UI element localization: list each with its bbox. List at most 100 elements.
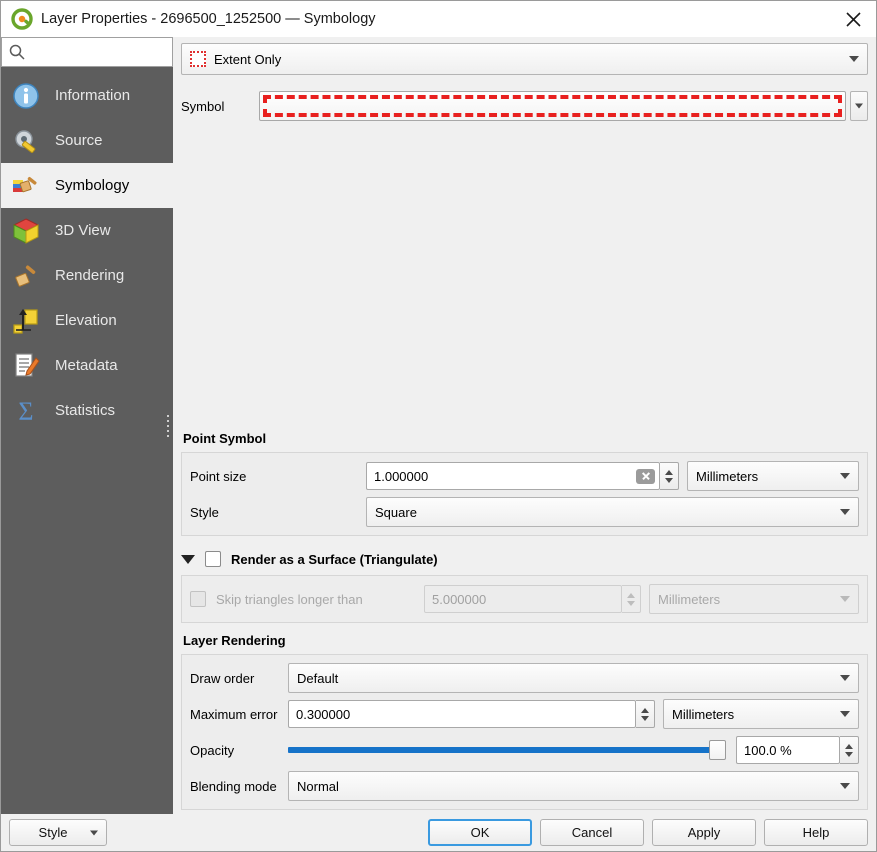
qgis-logo-icon [11,8,33,30]
sidebar-item-rendering[interactable]: Rendering [1,253,173,298]
point-size-input[interactable]: 1.000000 [366,462,660,490]
blending-mode-value: Normal [297,778,339,794]
ok-button[interactable]: OK [428,819,532,846]
draw-order-label: Draw order [190,670,255,686]
opacity-stepper[interactable] [840,736,859,764]
draw-order-select[interactable]: Default [288,663,859,693]
opacity-slider[interactable] [288,736,726,764]
stepper-down-icon[interactable] [641,715,649,721]
information-icon [9,79,43,113]
point-style-select[interactable]: Square [366,497,859,527]
draw-order-row: Draw order Default [190,661,859,695]
maximum-error-unit-select[interactable]: Millimeters [663,699,859,729]
triangulate-checkbox[interactable] [205,551,221,567]
sidebar-item-statistics[interactable]: Σ Statistics [1,388,173,433]
opacity-slider-handle[interactable] [709,740,726,760]
symbology-panel: Extent Only Symbol Point Symbol Point si… [173,37,876,814]
point-size-row: Point size 1.000000 Millimeters [190,459,859,493]
symbol-dropdown-button[interactable] [850,91,868,121]
point-size-stepper[interactable] [660,462,679,490]
search-box[interactable] [1,37,210,67]
maximum-error-row: Maximum error 0.300000 Millimeters [190,697,859,731]
opacity-value: 100.0 % [744,742,792,758]
opacity-slider-track [288,747,726,753]
triangulate-title: Render as a Surface (Triangulate) [231,551,438,567]
chevron-down-icon [90,830,98,835]
skip-triangles-unit-value: Millimeters [658,591,721,607]
sidebar-splitter-handle[interactable] [167,414,171,437]
point-size-unit-value: Millimeters [696,468,759,484]
style-button[interactable]: Style [9,819,107,846]
sidebar-item-label: Metadata [55,357,118,374]
sidebar-item-information[interactable]: Information [1,73,173,118]
sidebar-item-3d-view[interactable]: 3D View [1,208,173,253]
skip-triangles-row: Skip triangles longer than 5.000000 Mill… [190,582,859,616]
extent-only-icon [190,51,206,67]
triangulate-header: Render as a Surface (Triangulate) [181,546,868,572]
rendering-broom-icon [9,259,43,293]
stepper-down-icon[interactable] [665,477,673,483]
skip-triangles-stepper [622,585,641,613]
clear-icon[interactable] [636,468,655,484]
sidebar-item-label: Symbology [55,177,130,194]
sidebar-item-label: Rendering [55,267,125,284]
renderer-type-select[interactable]: Extent Only [181,43,868,75]
sidebar-item-source[interactable]: Source [1,118,173,163]
close-icon[interactable] [830,1,876,37]
chevron-down-icon [849,56,859,62]
layer-rendering-title: Layer Rendering [183,633,286,648]
statistics-sigma-icon: Σ [9,394,43,428]
blending-mode-row: Blending mode Normal [190,769,859,803]
maximum-error-label: Maximum error [190,706,278,722]
chevron-down-icon [840,675,850,681]
skip-triangles-checkbox[interactable] [190,591,206,607]
stepper-up-icon[interactable] [665,469,673,475]
maximum-error-input[interactable]: 0.300000 [288,700,636,728]
point-symbol-title: Point Symbol [183,431,267,446]
triangulate-group: Skip triangles longer than 5.000000 Mill… [181,575,868,623]
cube-3d-icon [9,214,43,248]
sidebar-item-label: Elevation [55,312,117,329]
opacity-row: Opacity 100.0 % [190,733,859,767]
symbology-brush-icon [9,169,43,203]
sidebar-nav: Information Source Symbology 3D View Ren… [1,67,173,814]
point-size-unit-select[interactable]: Millimeters [687,461,859,491]
panel-spacer [181,123,868,431]
metadata-pencil-icon [9,349,43,383]
opacity-input[interactable]: 100.0 % [736,736,840,764]
point-size-value: 1.000000 [374,468,429,484]
chevron-down-icon [840,473,850,479]
chevron-down-icon[interactable] [181,554,195,564]
sidebar-item-metadata[interactable]: Metadata [1,343,173,388]
symbol-preview-button[interactable] [259,91,846,121]
point-style-value: Square [375,504,417,520]
stepper-up-icon [627,592,635,598]
cancel-button[interactable]: Cancel [540,819,644,846]
sidebar: Information Source Symbology 3D View Ren… [1,37,210,814]
sidebar-item-elevation[interactable]: Elevation [1,298,173,343]
sidebar-item-symbology[interactable]: Symbology [1,163,173,208]
dialog-footer: Style OK Cancel Apply Help [1,814,876,851]
maximum-error-unit-value: Millimeters [672,706,735,722]
maximum-error-value: 0.300000 [296,706,351,722]
stepper-up-icon[interactable] [845,743,853,749]
sidebar-item-label: 3D View [55,222,111,239]
apply-button[interactable]: Apply [652,819,756,846]
stepper-up-icon[interactable] [641,707,649,713]
point-size-label: Point size [190,468,247,484]
chevron-down-icon [840,509,850,515]
title-bar: Layer Properties - 2696500_1252500 — Sym… [1,1,876,37]
symbol-dashed-outline [263,95,842,117]
symbol-row: Symbol [181,89,868,123]
stepper-down-icon[interactable] [845,751,853,757]
svg-text:Σ: Σ [18,397,33,426]
sidebar-item-label: Information [55,87,131,104]
skip-triangles-label: Skip triangles longer than [216,591,363,607]
search-icon [8,43,26,61]
maximum-error-stepper[interactable] [636,700,655,728]
blending-mode-select[interactable]: Normal [288,771,859,801]
stepper-down-icon [627,600,635,606]
help-button[interactable]: Help [764,819,868,846]
chevron-down-icon [840,783,850,789]
skip-triangles-input: 5.000000 [424,585,622,613]
